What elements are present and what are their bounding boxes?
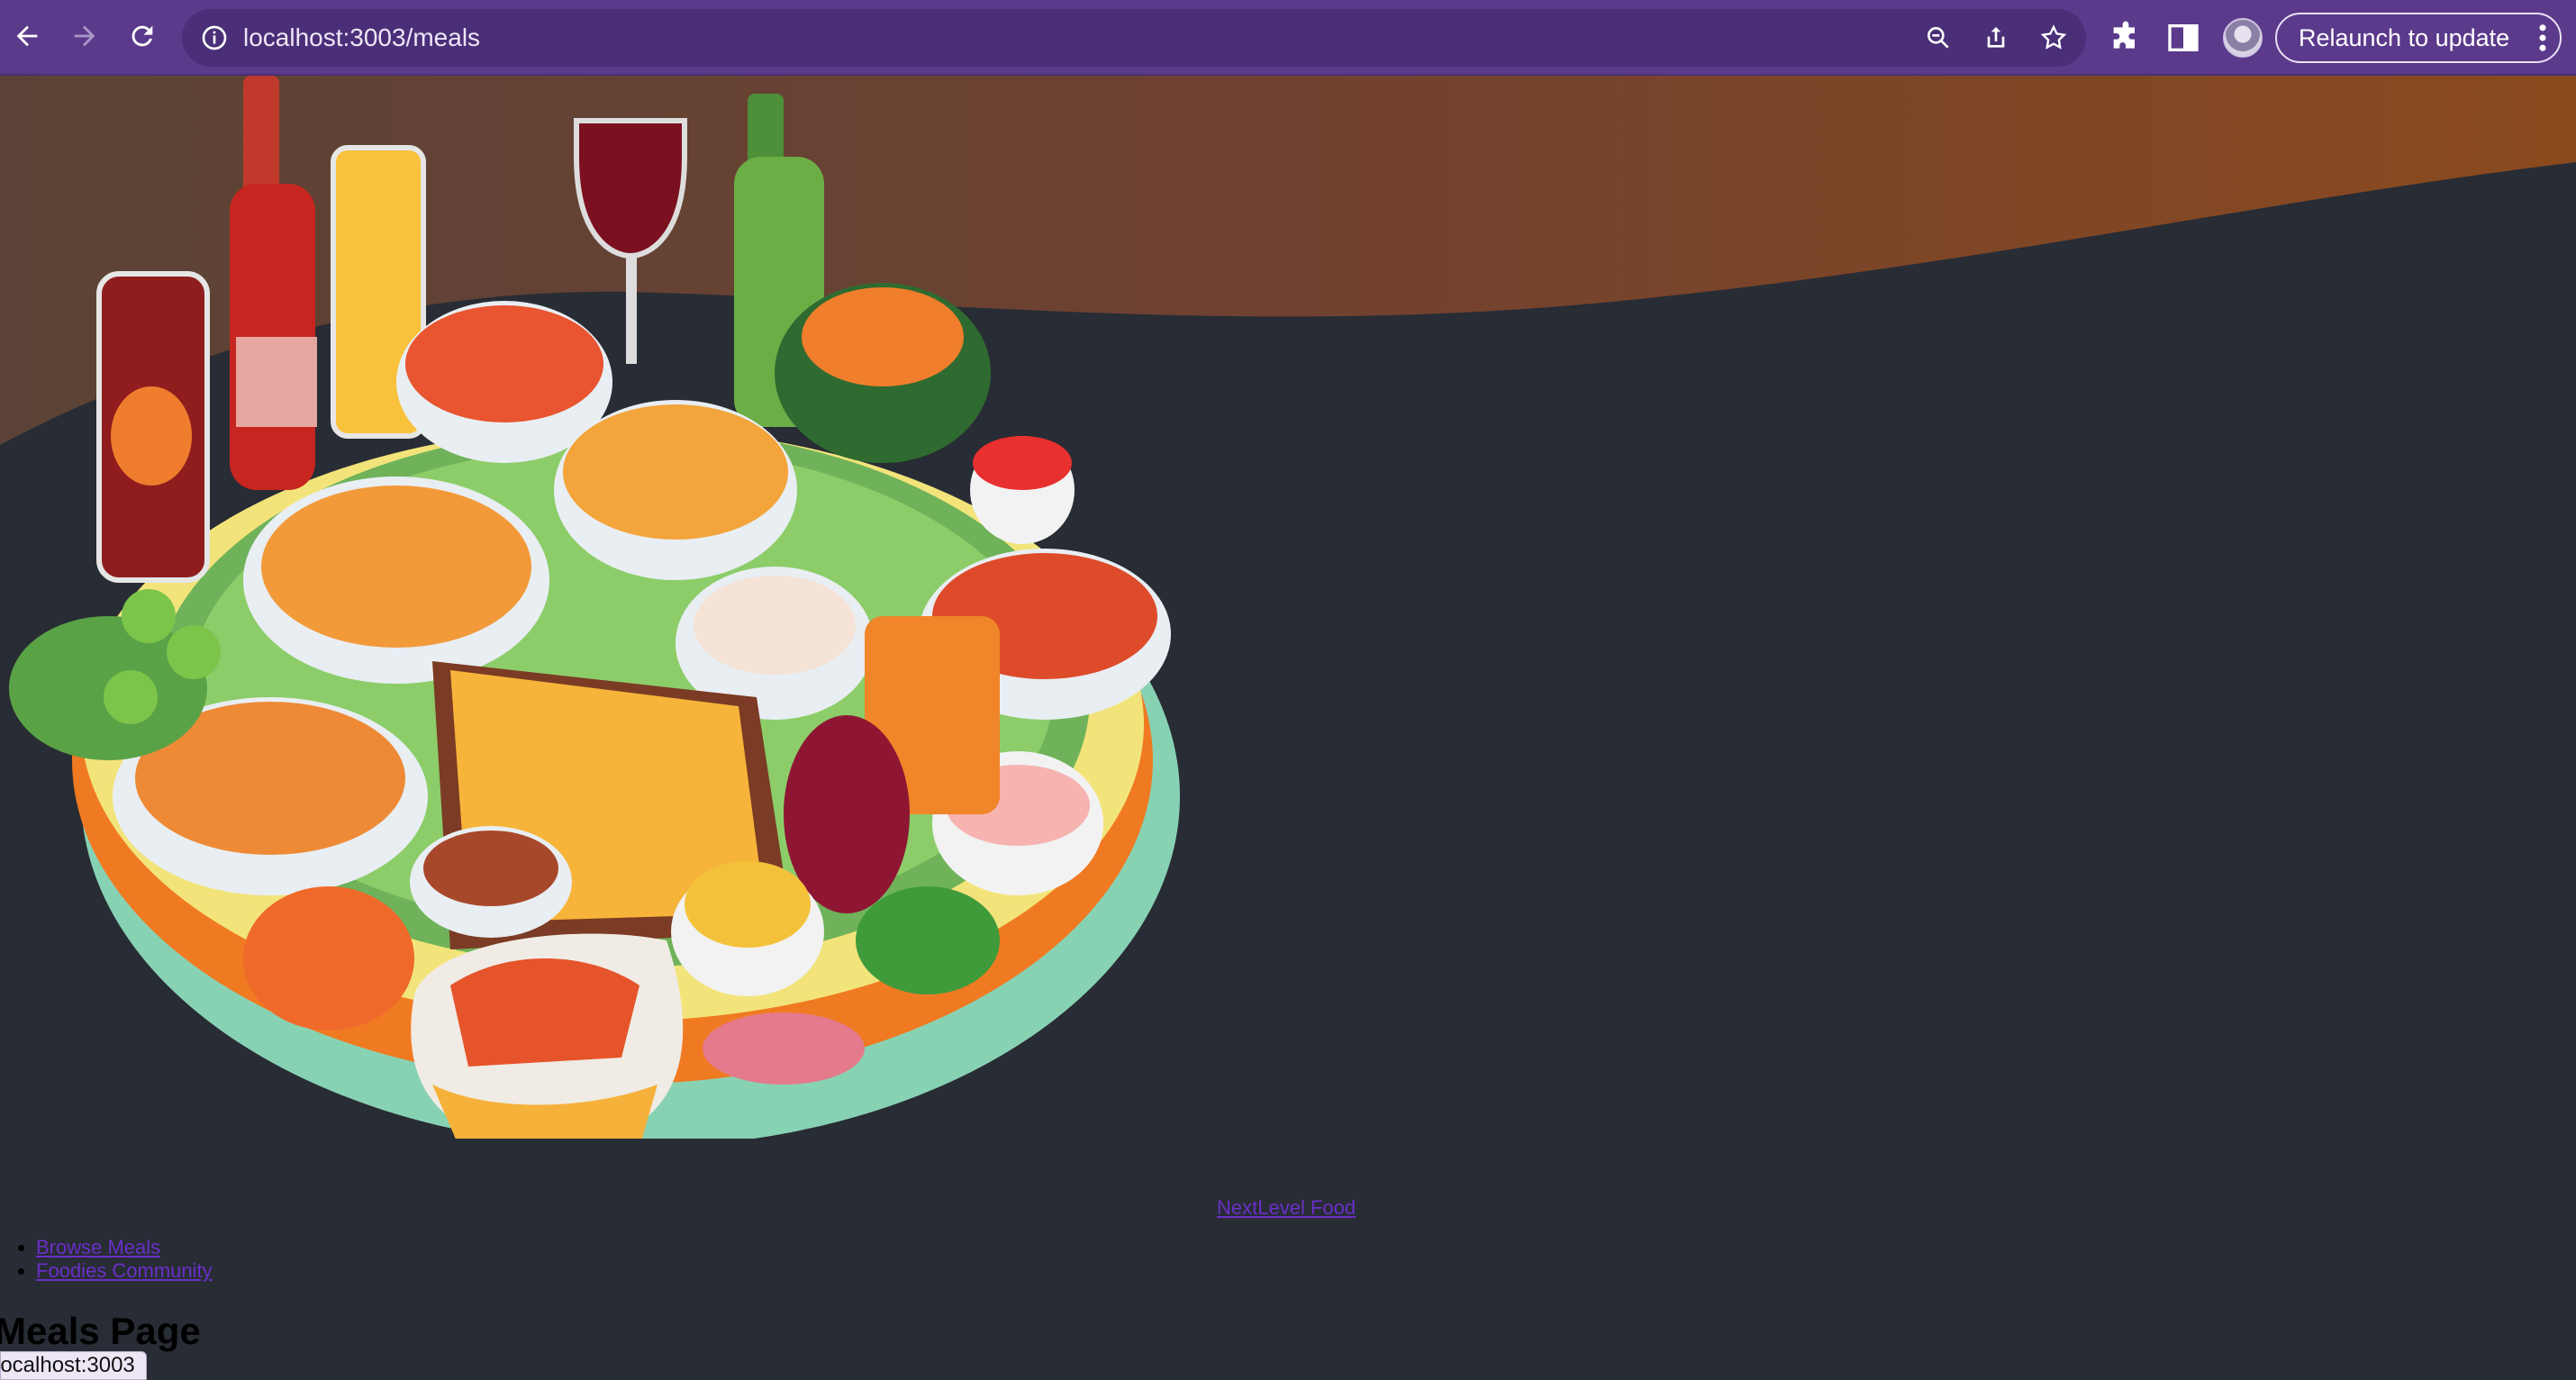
logo-link[interactable]: NextLevel Food (1217, 1196, 1356, 1220)
address-bar[interactable]: localhost:3003/meals (182, 9, 2086, 67)
profile-avatar[interactable] (2223, 18, 2263, 58)
back-icon (16, 25, 38, 47)
nav-item-browse-meals: Browse Meals (36, 1236, 213, 1259)
menu-dots-icon[interactable] (2538, 23, 2547, 52)
site-info-icon[interactable] (200, 23, 229, 52)
browser-toolbar: localhost:3003/meals Relaunch to update (0, 0, 2576, 76)
reload-icon (132, 25, 153, 47)
relaunch-to-update-button[interactable]: Relaunch to update (2275, 13, 2562, 63)
reload-button[interactable] (122, 16, 162, 56)
page-content: NextLevel Food Browse Meals Foodies Comm… (0, 76, 2576, 1380)
food-platter-logo-image (9, 76, 1180, 1139)
zoom-icon[interactable] (1924, 23, 1953, 52)
forward-icon (74, 25, 95, 47)
relaunch-label: Relaunch to update (2299, 24, 2510, 51)
nav-item-foodies-community: Foodies Community (36, 1259, 213, 1283)
page-title: Meals Page (0, 1310, 201, 1352)
foodies-community-link[interactable]: Foodies Community (36, 1259, 213, 1282)
back-button[interactable] (7, 16, 47, 56)
forward-button[interactable] (65, 16, 104, 56)
main-navigation: Browse Meals Foodies Community (0, 1236, 213, 1283)
browse-meals-link[interactable]: Browse Meals (36, 1236, 160, 1258)
side-panel-icon[interactable] (2165, 20, 2201, 56)
bookmark-star-icon[interactable] (2039, 23, 2068, 52)
extensions-icon[interactable] (2108, 20, 2144, 56)
share-icon[interactable] (1982, 23, 2010, 52)
link-status-bubble: localhost:3003 (0, 1351, 147, 1380)
address-bar-url[interactable]: localhost:3003/meals (243, 9, 480, 67)
